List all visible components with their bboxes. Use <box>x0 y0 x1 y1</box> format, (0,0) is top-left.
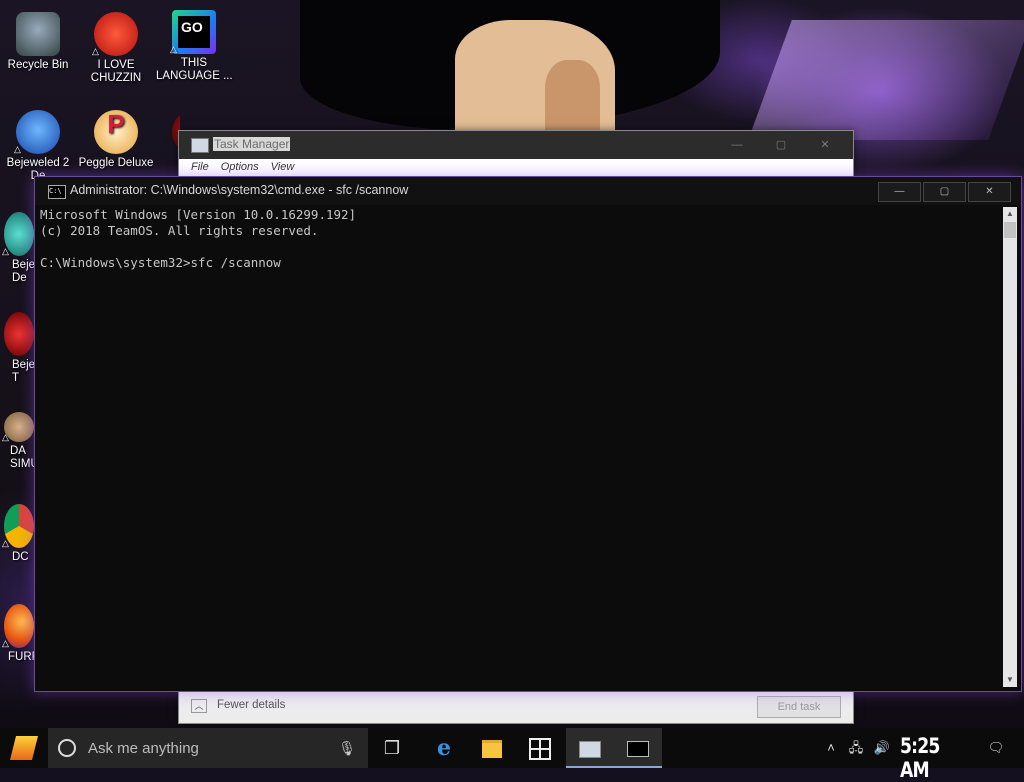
taskbar: Ask me anything 🎙 ❐ e ˄ 🖧 🔊 5:25 AM 🗨 <box>0 728 1024 782</box>
scroll-down-arrow-icon[interactable]: ▼ <box>1003 673 1017 687</box>
task-view-icon: ❐ <box>383 738 401 758</box>
taskbar-edge-button[interactable]: e <box>420 728 468 768</box>
desktop-icon-label: Peggle Deluxe <box>78 157 154 169</box>
desktop-icon-label: Beje T <box>12 359 36 384</box>
desktop-icon-label: I LOVE CHUZZIN <box>90 59 142 84</box>
taskbar-file-explorer-button[interactable] <box>468 728 516 768</box>
task-manager-menubar: File Options View <box>179 159 853 177</box>
shortcut-arrow-icon: △ <box>2 246 9 256</box>
desktop-icon-recycle-bin[interactable]: Recycle Bin <box>0 12 76 72</box>
wallpaper-light-streak <box>748 20 1024 140</box>
cmd-titlebar[interactable]: C:\ Administrator: C:\Windows\system32\c… <box>35 177 1021 205</box>
console-line: Microsoft Windows [Version 10.0.16299.19… <box>40 207 357 222</box>
task-view-button[interactable]: ❐ <box>368 728 416 768</box>
command-prompt-window[interactable]: C:\ Administrator: C:\Windows\system32\c… <box>34 176 1022 692</box>
end-task-button[interactable]: End task <box>757 696 841 718</box>
show-hidden-icons-chevron-icon[interactable]: ˄ <box>822 728 840 768</box>
taskbar-cmd-button[interactable] <box>614 728 662 768</box>
close-button[interactable]: ✕ <box>968 182 1011 202</box>
recycle-bin-icon <box>16 12 60 56</box>
desktop-icon-label: FURF <box>8 651 36 663</box>
shortcut-arrow-icon: △ <box>170 44 177 54</box>
chrome-browser-icon: △ <box>2 504 34 548</box>
shortcut-arrow-icon: △ <box>2 538 9 548</box>
taskbar-task-manager-button[interactable] <box>566 728 614 768</box>
menu-view[interactable]: View <box>265 159 301 177</box>
task-manager-titlebar[interactable]: Task Manager — ▢ ✕ <box>179 131 853 159</box>
cmd-title: Administrator: C:\Windows\system32\cmd.e… <box>70 183 409 197</box>
desktop-icon-label: DC <box>12 551 29 563</box>
console-line: C:\Windows\system32>sfc /scannow <box>40 255 281 270</box>
wallpaper-character-ear <box>545 60 600 130</box>
search-placeholder: Ask me anything <box>88 740 199 757</box>
chuzzle-game-icon: △ <box>92 12 138 56</box>
cortana-circle-icon <box>58 739 76 757</box>
task-manager-footer: ︿ Fewer details End task <box>179 690 853 723</box>
network-icon[interactable]: 🖧 <box>844 728 868 768</box>
menu-options[interactable]: Options <box>215 159 265 177</box>
firefox-browser-icon: △ <box>2 604 34 648</box>
minimize-button[interactable]: — <box>878 182 921 202</box>
folder-icon <box>482 740 502 759</box>
cortana-search-box[interactable]: Ask me anything 🎙 <box>48 728 368 768</box>
vertical-scrollbar[interactable]: ▲ ▼ <box>1003 207 1017 687</box>
chevron-up-icon[interactable]: ︿ <box>191 699 207 713</box>
app-icon: △ <box>2 412 34 442</box>
minimize-button[interactable]: — <box>715 131 759 159</box>
fewer-details-link[interactable]: Fewer details <box>217 699 285 711</box>
desktop-icon-bejeweled-twist[interactable]: Beje T <box>0 312 36 385</box>
desktop-icon-peggle[interactable]: P Peggle Deluxe <box>78 110 154 170</box>
console-line: ​ <box>40 239 999 255</box>
maximize-button[interactable]: ▢ <box>923 182 966 202</box>
shortcut-arrow-icon: △ <box>92 46 99 56</box>
bejeweled-game-icon <box>4 312 34 356</box>
system-clock[interactable]: 5:25 AM <box>900 734 951 782</box>
desktop-icon-chrome[interactable]: △ DC <box>0 504 36 564</box>
desktop-icon-firefox[interactable]: △ FURF <box>0 604 36 664</box>
menu-file[interactable]: File <box>185 159 215 177</box>
desktop-icon-label: DA SIMU <box>10 445 36 470</box>
goland-ide-icon: GO △ <box>170 10 216 54</box>
cmd-icon: C:\ <box>48 185 66 199</box>
microphone-icon[interactable]: 🎙 <box>338 740 356 757</box>
task-manager-icon <box>579 740 601 758</box>
store-bag-icon <box>529 738 551 761</box>
desktop-icon-bejeweled-2[interactable]: △ Bejeweled 2 De <box>0 110 76 183</box>
desktop-icon-chuzzle[interactable]: △ I LOVE CHUZZIN <box>78 12 154 85</box>
desktop-icon-label: THIS LANGUAGE ... <box>156 57 233 82</box>
desktop-icon-partial[interactable] <box>156 110 180 157</box>
start-button[interactable] <box>0 728 48 768</box>
desktop-icon-label: Recycle Bin <box>7 59 69 71</box>
scroll-thumb[interactable] <box>1004 222 1016 238</box>
scroll-up-arrow-icon[interactable]: ▲ <box>1003 207 1017 221</box>
shortcut-arrow-icon: △ <box>2 432 9 442</box>
bejeweled-game-icon: △ <box>14 110 60 154</box>
console-output[interactable]: Microsoft Windows [Version 10.0.16299.19… <box>40 207 999 688</box>
volume-icon[interactable]: 🔊 <box>870 728 894 768</box>
task-manager-icon <box>191 138 209 153</box>
peggle-game-icon: P <box>94 110 138 154</box>
edge-browser-icon: e <box>437 735 451 761</box>
desktop-icon-dating-sim[interactable]: △ DA SIMU <box>0 412 36 471</box>
task-manager-title: Task Manager <box>213 137 291 151</box>
desktop-icon-goland[interactable]: GO △ THIS LANGUAGE ... <box>156 10 233 83</box>
start-logo-icon <box>10 736 38 760</box>
shortcut-arrow-icon: △ <box>2 638 9 648</box>
desktop-icon-label: Beje De <box>12 259 36 284</box>
bejeweled-game-icon: △ <box>2 212 34 256</box>
desktop-icon-bejeweled-deluxe[interactable]: △ Beje De <box>0 212 36 285</box>
cmd-icon <box>627 741 649 758</box>
taskbar-store-button[interactable] <box>516 728 564 768</box>
maximize-button[interactable]: ▢ <box>759 131 803 159</box>
close-button[interactable]: ✕ <box>803 131 847 159</box>
shortcut-arrow-icon: △ <box>14 144 21 154</box>
console-line: (c) 2018 TeamOS. All rights reserved. <box>40 223 319 238</box>
action-center-icon[interactable]: 🗨 <box>976 728 1016 768</box>
